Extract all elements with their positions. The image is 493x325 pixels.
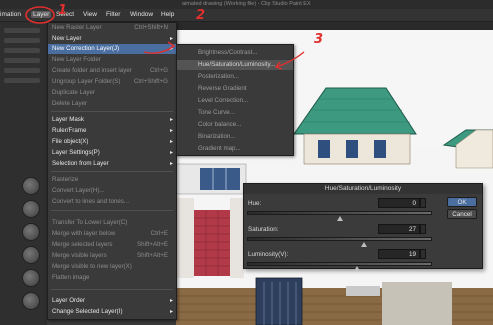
step-1-annotation: 1 <box>58 3 68 18</box>
arrow-head-annotation <box>167 41 176 51</box>
arrow-annotation <box>275 51 305 68</box>
annotation-overlay <box>25 6 305 70</box>
step-2-annotation: 2 <box>196 8 206 23</box>
step-3-annotation: 3 <box>314 32 324 47</box>
circle-annotation <box>25 6 55 24</box>
